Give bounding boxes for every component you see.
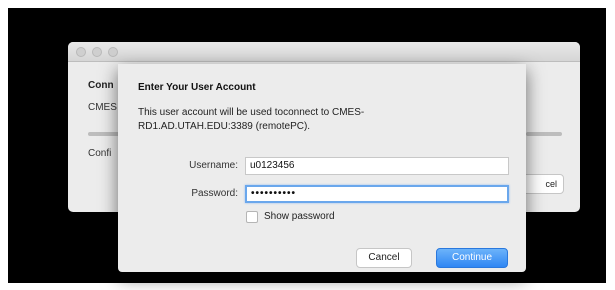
user-account-sheet: Enter Your User Account This user accoun… [118, 64, 526, 272]
username-label: Username: [189, 160, 238, 171]
continue-button[interactable]: Continue [436, 248, 508, 268]
password-field[interactable]: •••••••••• [245, 185, 509, 203]
desktop-backdrop: Conn CMES Confi cel Enter Your User Acco… [8, 8, 606, 283]
window-titlebar [68, 42, 580, 62]
close-window-icon[interactable] [76, 47, 86, 57]
sheet-description: This user account will be used toconnect… [138, 107, 365, 132]
cancel-button[interactable]: Cancel [356, 248, 412, 268]
background-cancel-button[interactable]: cel [520, 174, 564, 194]
zoom-window-icon[interactable] [108, 47, 118, 57]
show-password-checkbox[interactable] [246, 211, 258, 223]
minimize-window-icon[interactable] [92, 47, 102, 57]
progress-bar-end [526, 132, 562, 136]
password-label: Password: [191, 188, 238, 199]
background-config-label: Confi [88, 148, 112, 159]
username-field[interactable]: u0123456 [245, 157, 509, 175]
background-title: Conn [88, 80, 114, 91]
sheet-title: Enter Your User Account [138, 82, 256, 93]
background-subtitle: CMES [88, 102, 117, 113]
show-password-label[interactable]: Show password [264, 211, 335, 222]
